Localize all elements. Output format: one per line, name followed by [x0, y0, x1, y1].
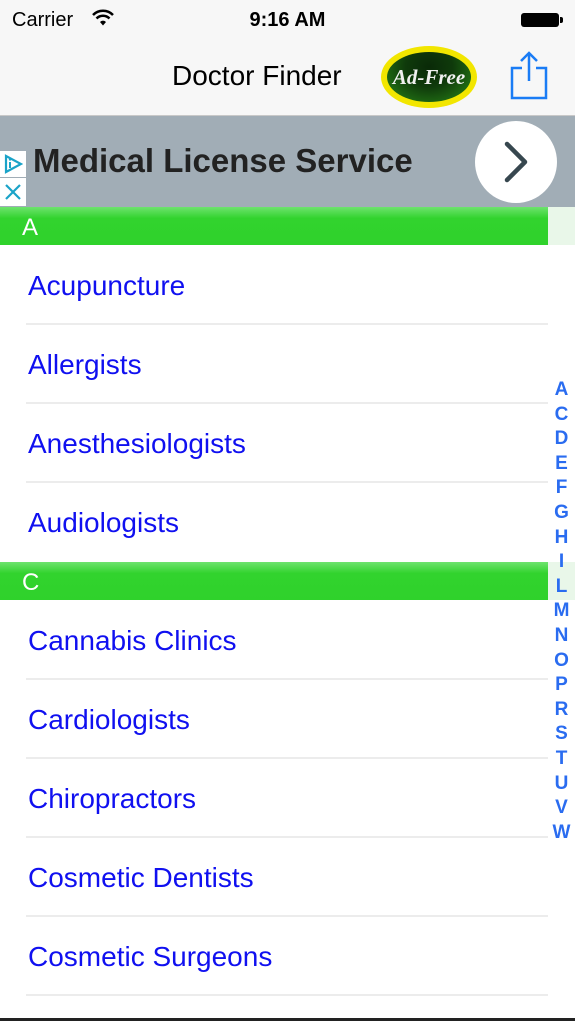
- clock: 9:16 AM: [249, 9, 326, 31]
- index-letter-g[interactable]: G: [548, 501, 575, 526]
- ad-open-button[interactable]: [475, 121, 557, 203]
- ad-free-label: Ad-Free: [392, 64, 466, 89]
- list-item-label: Acupuncture: [28, 270, 186, 301]
- battery-full-icon: [521, 13, 563, 27]
- list-item-label: Allergists: [28, 349, 142, 380]
- index-letter-f[interactable]: F: [548, 476, 575, 501]
- list-item-cosmetic-dentists[interactable]: Cosmetic Dentists: [0, 838, 548, 917]
- list-item-label: Cosmetic Dentists: [28, 862, 254, 893]
- list-item-allergists[interactable]: Allergists: [0, 325, 548, 404]
- row-separator: [26, 994, 548, 996]
- index-letter-d[interactable]: D: [548, 427, 575, 452]
- section-header-c: C: [0, 562, 548, 600]
- list-item-label: Cardiologists: [28, 704, 190, 735]
- list-item-acupuncture[interactable]: Acupuncture: [0, 246, 548, 325]
- list-item-cannabis-clinics[interactable]: Cannabis Clinics: [0, 601, 548, 680]
- list-item-label: Anesthesiologists: [28, 428, 246, 459]
- list-item-chiropractors[interactable]: Chiropractors: [0, 759, 548, 838]
- share-icon[interactable]: [510, 50, 548, 100]
- index-letter-o[interactable]: O: [548, 649, 575, 674]
- ad-free-badge[interactable]: Ad-Free: [381, 46, 477, 108]
- list-item-label: Cannabis Clinics: [28, 625, 237, 656]
- list-item-cardiologists[interactable]: Cardiologists: [0, 680, 548, 759]
- list-item-anesthesiologists[interactable]: Anesthesiologists: [0, 404, 548, 483]
- ad-banner[interactable]: Medical License Service: [0, 116, 575, 207]
- index-letter-l[interactable]: L: [548, 575, 575, 600]
- navigation-bar: Doctor Finder Ad-Free: [0, 40, 575, 116]
- chevron-right-icon: [504, 141, 528, 183]
- status-bar: Carrier 9:16 AM: [0, 0, 575, 40]
- list-item-label: Cosmetic Surgeons: [28, 941, 273, 972]
- index-letter-v[interactable]: V: [548, 796, 575, 821]
- section-header-tail: [548, 207, 575, 245]
- section-header-label: A: [22, 214, 39, 241]
- section-header-label: C: [22, 569, 40, 596]
- index-letter-a[interactable]: A: [548, 378, 575, 403]
- section-index[interactable]: A C D E F G H I L M N O P R S T U V W: [548, 378, 575, 845]
- index-letter-u[interactable]: U: [548, 772, 575, 797]
- list-item-cosmetic-surgeons[interactable]: Cosmetic Surgeons: [0, 917, 548, 996]
- index-letter-p[interactable]: P: [548, 673, 575, 698]
- index-letter-n[interactable]: N: [548, 624, 575, 649]
- index-letter-e[interactable]: E: [548, 452, 575, 477]
- index-letter-i[interactable]: I: [548, 550, 575, 575]
- page-title: Doctor Finder: [172, 60, 342, 91]
- list-item-label: Chiropractors: [28, 783, 197, 814]
- index-letter-t[interactable]: T: [548, 747, 575, 772]
- ad-choices-icon[interactable]: [0, 151, 26, 177]
- index-letter-r[interactable]: R: [548, 698, 575, 723]
- index-letter-m[interactable]: M: [548, 599, 575, 624]
- index-letter-c[interactable]: C: [548, 403, 575, 428]
- close-icon[interactable]: [0, 178, 26, 206]
- index-letter-w[interactable]: W: [548, 821, 575, 846]
- index-letter-h[interactable]: H: [548, 526, 575, 551]
- section-header-a: A: [0, 207, 548, 245]
- list-item-label: Audiologists: [28, 507, 179, 538]
- list-item-audiologists[interactable]: Audiologists: [0, 483, 548, 562]
- ad-title[interactable]: Medical License Service: [33, 142, 413, 180]
- index-letter-s[interactable]: S: [548, 722, 575, 747]
